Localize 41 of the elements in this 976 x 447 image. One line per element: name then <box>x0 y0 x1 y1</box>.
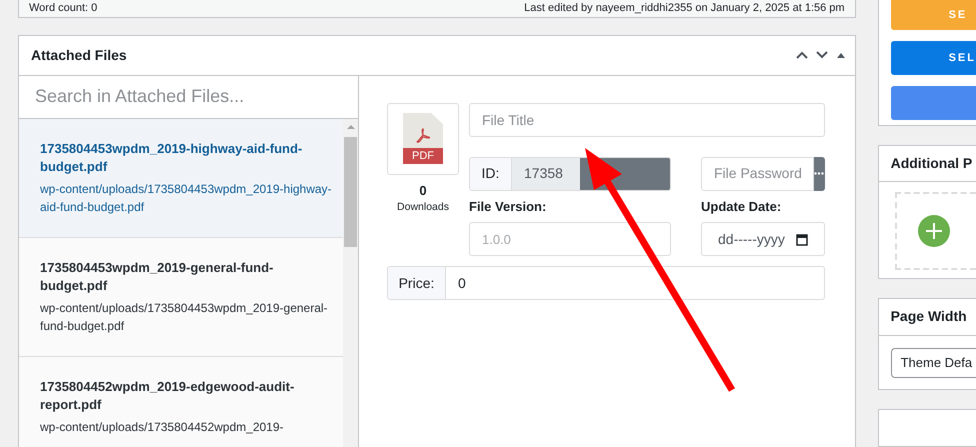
downloads-label: Downloads <box>397 200 449 215</box>
file-title-field[interactable]: File Title <box>469 102 825 136</box>
file-name: 1735804453wpdm_2019-highway-aid-fund-budget.pdf <box>40 140 304 176</box>
password-field[interactable]: File Password <box>701 156 814 190</box>
price-field[interactable]: Price: 0 <box>387 266 825 300</box>
file-path: wp-content/uploads/1735804453wpdm_2019-general-fund-budget.pdf <box>40 300 329 334</box>
panel-title: Page Width <box>890 307 967 326</box>
file-name: 1735804453wpdm_2019-general-fund-budget.pdf <box>40 258 274 294</box>
add-circle-icon[interactable] <box>918 215 950 248</box>
file-list-item[interactable]: 1735804453wpdm_2019-highway-aid-fund-budget.pdf wp-content/uploads/1735804453wpdm_2019-highway-aid-fund-budget.pdf <box>19 118 343 238</box>
last-edited-text: Last edited by nayeem_riddhi2355 on January 2, 2025 at 1:56 pm <box>524 1 845 16</box>
dots-icon <box>814 172 824 175</box>
scrollbar[interactable] <box>343 118 358 447</box>
id-value: 17358 <box>512 158 580 190</box>
calendar-icon[interactable] <box>796 232 808 246</box>
search-field[interactable]: Search in Attached Files... <box>19 76 358 118</box>
file-list-item[interactable]: 1735804453wpdm_2019-general-fund-budget.pdf wp-content/uploads/1735804453wpdm_2019-general-fund-budget.pdf <box>19 238 343 356</box>
drop-zone[interactable] <box>894 192 976 270</box>
generate-password-button[interactable] <box>814 156 825 190</box>
version-label: File Version: <box>469 198 548 216</box>
price-value: 0 <box>457 274 467 292</box>
id-label: ID: <box>470 158 512 190</box>
panel-title: Attached Files <box>31 46 127 64</box>
price-label: Price: <box>388 267 446 299</box>
select-button[interactable]: SEL <box>890 41 976 75</box>
scroll-thumb[interactable] <box>344 136 357 246</box>
word-count: Word count: 0 <box>29 1 98 16</box>
file-list-item[interactable]: 1735804452wpdm_2019-edgewood-audit-report.pdf wp-content/uploads/1735804452wpdm_2019- <box>19 356 343 447</box>
file-version-field[interactable]: 1.0.0 <box>469 222 671 256</box>
acrobat-icon <box>414 127 432 145</box>
scroll-up-icon[interactable] <box>346 122 354 130</box>
update-date-label: Update Date: <box>701 198 782 216</box>
update-date-field[interactable]: dd-----yyyy <box>701 222 825 256</box>
file-path: wp-content/uploads/1735804453wpdm_2019-highway-aid-fund-budget.pdf <box>40 180 333 216</box>
page-width-select[interactable]: Theme Defa <box>890 348 976 378</box>
file-type-label: PDF <box>403 148 443 164</box>
downloads-count: 0 <box>419 182 427 200</box>
panel-title: Additional P <box>890 154 972 174</box>
file-path: wp-content/uploads/1735804452wpdm_2019- <box>40 418 285 436</box>
id-field[interactable]: ID: 17358 <box>469 156 671 190</box>
file-name: 1735804452wpdm_2019-edgewood-audit-report.pdf <box>40 378 296 414</box>
